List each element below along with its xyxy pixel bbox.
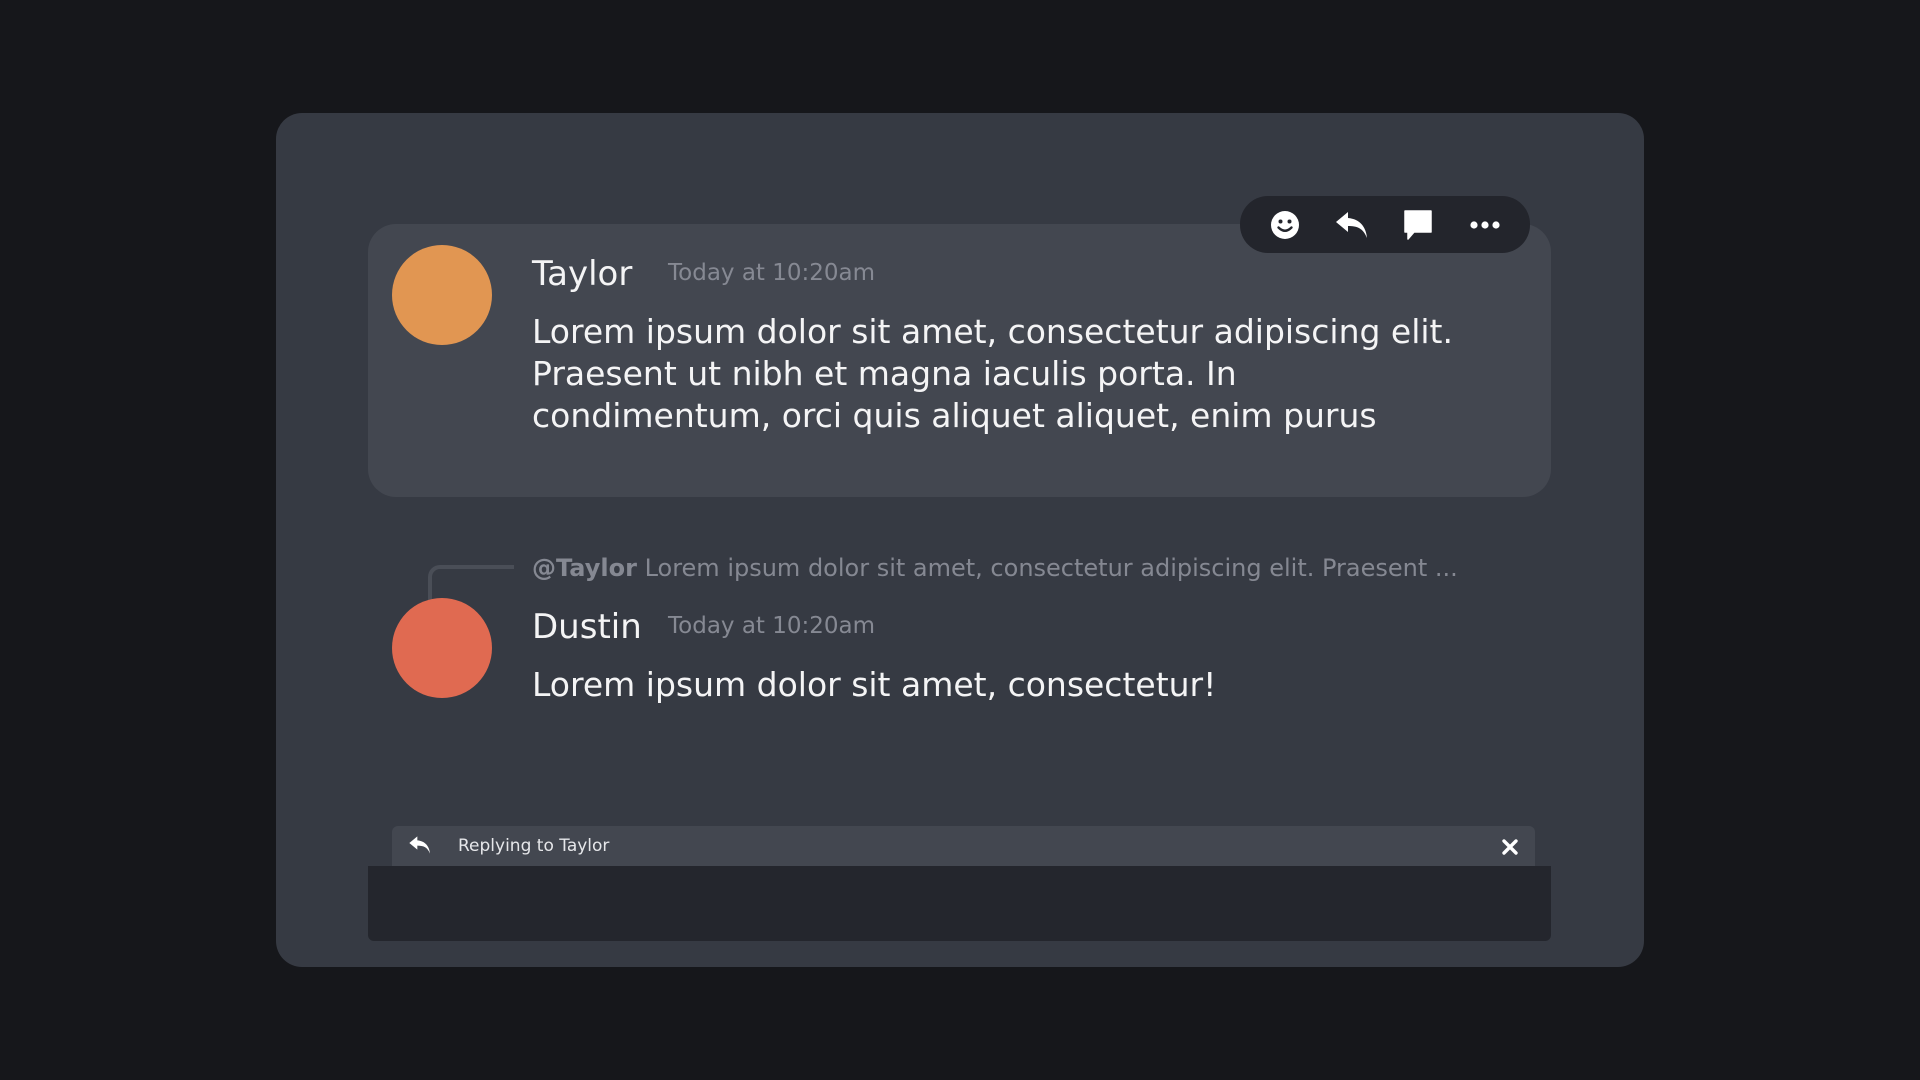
message-timestamp: Today at 10:20am	[668, 260, 876, 286]
emoji-icon	[1271, 210, 1300, 239]
message-line: Lorem ipsum dolor sit amet, consectetur …	[532, 312, 1453, 351]
close-icon	[1502, 839, 1518, 855]
replying-to-bar: Replying to Taylor	[392, 826, 1535, 868]
add-reaction-button[interactable]	[1261, 203, 1309, 247]
message-timestamp: Today at 10:20am	[668, 613, 876, 639]
start-thread-button[interactable]	[1394, 203, 1442, 247]
message-body: Lorem ipsum dolor sit amet, consectetur …	[532, 311, 1453, 437]
chat-panel: Taylor Today at 10:20am Lorem ipsum dolo…	[276, 113, 1644, 967]
more-icon	[1470, 220, 1500, 229]
message-line: Lorem ipsum dolor sit amet, consectetur!	[532, 665, 1217, 704]
reply-excerpt: Lorem ipsum dolor sit amet, consectetur …	[636, 554, 1458, 582]
message-line: Praesent ut nibh et magna iaculis porta.…	[532, 354, 1237, 393]
more-options-button[interactable]	[1461, 203, 1509, 247]
message-author[interactable]: Taylor	[532, 254, 632, 294]
message-body: Lorem ipsum dolor sit amet, consectetur!	[532, 664, 1216, 706]
reply-icon	[408, 834, 432, 860]
message-line: condimentum, orci quis aliquet aliquet, …	[532, 396, 1377, 435]
reply-icon	[1335, 211, 1367, 238]
reply-mention[interactable]: @Taylor	[532, 554, 637, 582]
avatar-taylor[interactable]	[392, 245, 492, 345]
avatar-dustin[interactable]	[392, 598, 492, 698]
replied-message-preview[interactable]: @Taylor Lorem ipsum dolor sit amet, cons…	[532, 554, 1458, 582]
cancel-reply-button[interactable]	[1497, 834, 1523, 860]
comment-icon	[1404, 209, 1432, 240]
reply-button[interactable]	[1328, 203, 1376, 247]
replying-to-label: Replying to Taylor	[458, 836, 610, 856]
message-input[interactable]	[368, 866, 1551, 941]
message-action-toolbar	[1240, 196, 1530, 253]
message-author[interactable]: Dustin	[532, 607, 642, 647]
